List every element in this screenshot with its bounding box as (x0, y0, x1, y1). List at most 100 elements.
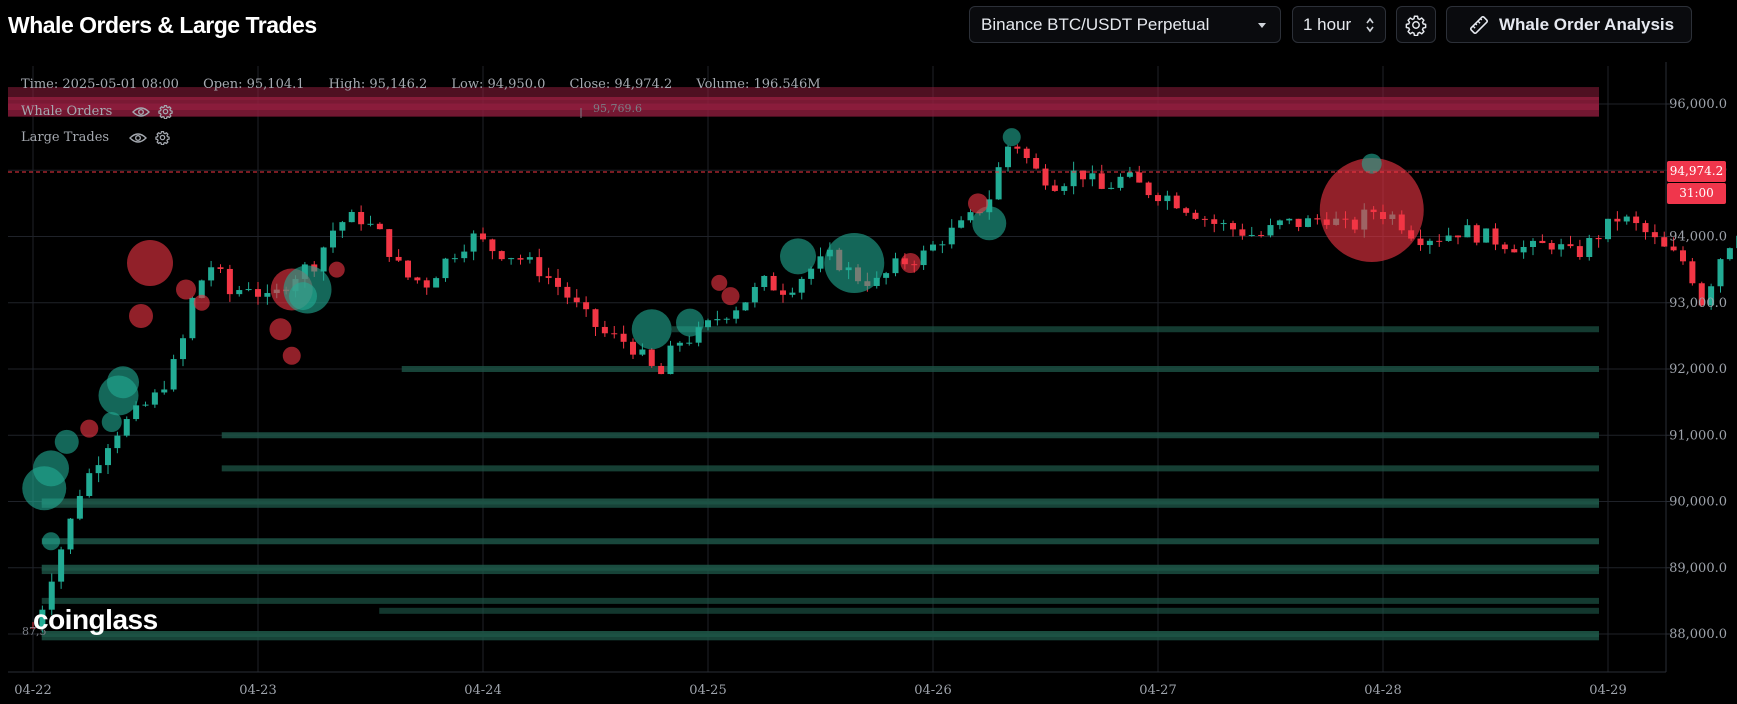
large-buy-trade[interactable] (289, 282, 317, 311)
legend-low: Low: 94,950.0 (451, 77, 546, 92)
candle-body (789, 292, 796, 295)
gear-icon[interactable] (158, 104, 173, 119)
x-tick-label: 04-28 (1364, 683, 1401, 698)
candle-body (1633, 216, 1640, 224)
indicator-whale-orders[interactable]: Whale Orders (21, 104, 173, 119)
interval-select-label: 1 hour (1303, 14, 1352, 34)
candle-body (1642, 223, 1649, 233)
large-buy-trade[interactable] (98, 375, 139, 416)
large-buy-trade[interactable] (824, 233, 885, 293)
candle-body (1464, 225, 1471, 238)
large-buy-trade[interactable] (631, 309, 672, 350)
whale-bid-wall (41, 597, 1599, 604)
chevron-down-icon (1258, 23, 1266, 28)
candle-body (498, 251, 505, 260)
candle-body (1051, 185, 1058, 191)
candle-body (1145, 182, 1152, 196)
gear-icon (1405, 15, 1427, 36)
eye-icon[interactable] (132, 106, 151, 118)
large-sell-trade[interactable] (176, 279, 196, 300)
candle-body (705, 320, 711, 328)
candle-body (1042, 168, 1049, 186)
candle-body (686, 342, 693, 344)
large-buy-trade[interactable] (780, 238, 816, 275)
indicator-large-trades[interactable]: Large Trades (21, 130, 170, 145)
large-sell-trade[interactable] (900, 253, 921, 273)
x-tick-label: 04-25 (689, 683, 726, 698)
candle-body (489, 239, 496, 252)
candle-body (433, 278, 440, 288)
y-tick-label: 96,000.0 (1669, 97, 1727, 112)
candle-countdown: 31:00 (1667, 183, 1726, 204)
candle-body (1220, 223, 1227, 225)
large-buy-trade[interactable] (676, 308, 704, 337)
large-sell-trade[interactable] (282, 346, 301, 365)
y-tick-label: 93,000.0 (1669, 296, 1727, 311)
stepper-icon (1366, 17, 1374, 33)
high-marker-label: 95,769.6 (593, 102, 642, 115)
candle-body (1501, 244, 1508, 250)
candle-body (58, 549, 65, 582)
candle-body (414, 277, 421, 281)
candle-body (1717, 259, 1724, 287)
candle-body (958, 220, 965, 228)
legend-open: Open: 95,104.1 (203, 77, 305, 92)
candle-body (105, 448, 111, 466)
whale-order-analysis-label: Whale Order Analysis (1499, 14, 1675, 34)
current-price-tag: 94,974.2 (1667, 161, 1726, 182)
large-buy-trade[interactable] (54, 429, 79, 454)
whale-order-analysis-button[interactable]: Whale Order Analysis (1446, 6, 1692, 43)
chart-area[interactable]: 88,000.0 89,000.0 90,000.0 91,000.0 92,000.0… (0, 62, 1737, 704)
candle-body (648, 349, 655, 366)
candle-body (555, 277, 561, 287)
large-sell-trade[interactable] (129, 304, 153, 328)
candle-body (733, 310, 740, 319)
candle-body (1033, 158, 1040, 169)
large-buy-trade[interactable] (1002, 128, 1021, 147)
large-buy-trade[interactable] (33, 450, 69, 487)
whale-bid-wall (401, 366, 1599, 372)
settings-button[interactable] (1396, 6, 1436, 43)
candle-body (536, 257, 543, 277)
candle-body (1473, 225, 1480, 243)
candle-body (508, 258, 515, 260)
whale-bid-wall (41, 501, 1599, 508)
interval-select[interactable]: 1 hour (1292, 6, 1386, 43)
legend-close: Close: 94,974.2 (569, 77, 673, 92)
large-sell-trade[interactable] (127, 240, 173, 286)
large-sell-trade[interactable] (968, 193, 988, 214)
candle-body (1314, 218, 1321, 220)
y-tick-label: 91,000.0 (1669, 428, 1727, 443)
candle-body (217, 267, 224, 269)
candle-body (892, 258, 899, 274)
candle-body (236, 290, 243, 295)
exchange-select[interactable]: Binance BTC/USDT Perpetual (969, 6, 1281, 43)
candle-body (1089, 173, 1096, 180)
candle-body (1070, 170, 1077, 187)
candle-body (583, 302, 590, 310)
candle-body (1305, 218, 1311, 227)
large-buy-trade[interactable] (42, 532, 60, 551)
candle-body (1436, 240, 1443, 242)
large-sell-trade[interactable] (269, 318, 292, 341)
whale-ask-wall (8, 103, 1599, 117)
large-sell-trade[interactable] (80, 419, 99, 438)
y-tick-label: 94,000.0 (1669, 230, 1727, 245)
large-sell-trade[interactable] (193, 294, 210, 311)
whale-bid-wall (41, 538, 1599, 545)
large-sell-trade[interactable] (328, 261, 345, 278)
candle-body (1192, 212, 1199, 219)
candle-body (405, 260, 411, 278)
gear-icon[interactable] (155, 130, 170, 145)
large-buy-trade[interactable] (1361, 153, 1382, 174)
candle-body (1539, 240, 1546, 244)
candle-body (930, 244, 936, 251)
indicator-large-trades-label: Large Trades (21, 130, 110, 145)
candle-body (180, 338, 186, 360)
candle-body (67, 518, 74, 550)
candle-body (723, 318, 730, 320)
eye-icon[interactable] (129, 132, 148, 144)
candle-body (1061, 186, 1068, 191)
large-sell-trade[interactable] (711, 274, 728, 291)
large-sell-trade[interactable] (721, 287, 740, 306)
